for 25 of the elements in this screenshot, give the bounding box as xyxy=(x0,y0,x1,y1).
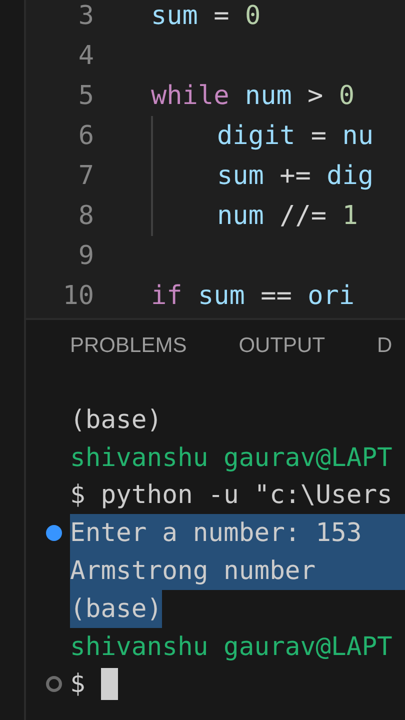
line-number: 5 xyxy=(77,81,94,111)
code-line: sum += dig xyxy=(217,161,374,191)
panel-tab[interactable]: PROBLEMS xyxy=(70,334,187,368)
code-line: sum = 0 xyxy=(151,1,261,31)
terminal-line: $ xyxy=(70,668,86,702)
line-number: 9 xyxy=(77,241,94,271)
code-line: if sum == ori xyxy=(151,281,355,311)
code-line: while num > 0 xyxy=(151,81,355,111)
line-number: 6 xyxy=(77,121,94,151)
terminal-line: shivanshu gaurav@LAPT xyxy=(70,630,392,664)
line-number: 4 xyxy=(77,41,94,71)
line-number: 3 xyxy=(77,1,94,31)
terminal-line: $ python -u "c:\Users xyxy=(70,479,392,512)
circle-icon[interactable] xyxy=(46,676,62,692)
code-line: num //= 1 xyxy=(217,201,358,231)
code-editor[interactable]: 3 sum = 0 4 5 while num > 0 6 digit = nu 7 sum += dig 8 num //= 1 9 10 if sum == ori xyxy=(26,0,405,318)
line-number: 8 xyxy=(77,201,94,231)
panel-tab[interactable]: OUTPUT xyxy=(238,334,326,368)
code-line: digit = nu xyxy=(217,121,374,151)
status-dot-icon[interactable] xyxy=(46,525,62,542)
line-number: 10 xyxy=(62,281,94,311)
terminal-line: (base) xyxy=(70,404,162,437)
line-number: 7 xyxy=(77,161,94,191)
panel-tab[interactable]: D xyxy=(377,334,392,368)
terminal-line: shivanshu gaurav@LAPT xyxy=(70,442,392,475)
